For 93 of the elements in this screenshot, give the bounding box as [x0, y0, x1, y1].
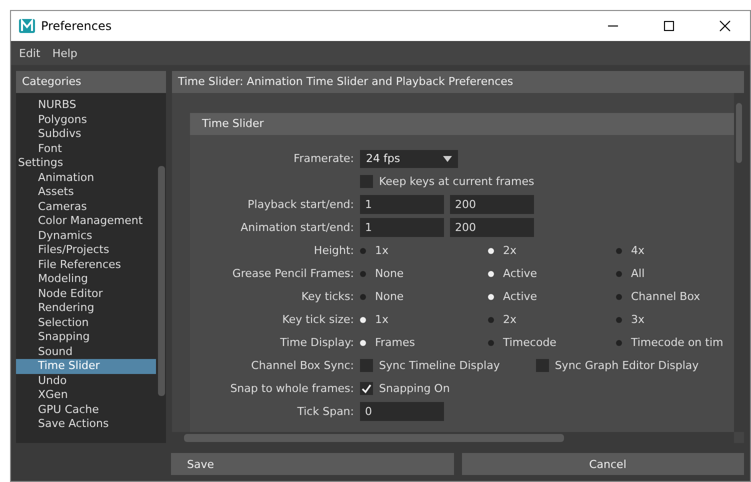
menu-item[interactable]: Help — [52, 46, 78, 60]
radio-button[interactable] — [488, 340, 494, 346]
number-field[interactable]: 200 — [450, 218, 534, 237]
radio-label: Frames — [375, 336, 416, 349]
radio-label: 4x — [631, 244, 645, 257]
radio-label: Channel Box — [631, 290, 700, 303]
number-field[interactable]: 1 — [360, 195, 444, 214]
category-item[interactable]: Files/Projects — [16, 243, 156, 258]
field-label: Framerate: — [294, 152, 354, 165]
radio-label: Timecode on tim — [631, 336, 724, 349]
category-item[interactable]: Animation — [16, 170, 156, 185]
field-label: Key tick size: — [282, 313, 354, 326]
save-button[interactable]: Save — [171, 453, 454, 475]
radio-label: 2x — [503, 313, 517, 326]
radio-label: 1x — [375, 244, 389, 257]
radio-label: None — [375, 267, 404, 280]
radio-button[interactable] — [616, 316, 622, 322]
checkbox-label: Keep keys at current frames — [379, 175, 534, 188]
category-item[interactable]: Snapping — [16, 330, 156, 344]
radio-label: 1x — [375, 313, 389, 326]
number-field[interactable]: 200 — [450, 195, 534, 214]
radio-button[interactable] — [360, 248, 366, 254]
field-label: Animation start/end: — [240, 221, 354, 234]
caret-icon — [443, 156, 452, 162]
maximize-icon[interactable] — [663, 20, 675, 32]
radio-button[interactable] — [616, 270, 622, 276]
checkbox-label: Sync Graph Editor Display — [554, 359, 699, 372]
field-label: Key ticks: — [301, 290, 354, 303]
scrollbar-thumb[interactable] — [158, 166, 164, 396]
field-label: Tick Span: — [297, 405, 354, 418]
category-item[interactable]: Polygons — [16, 112, 156, 127]
checkbox[interactable] — [536, 359, 549, 372]
checkbox[interactable] — [360, 175, 373, 188]
radio-label: Timecode — [503, 336, 556, 349]
category-item[interactable]: Cameras — [16, 200, 156, 214]
cancel-button[interactable]: Cancel — [462, 453, 744, 475]
radio-button[interactable] — [616, 248, 622, 254]
category-item[interactable]: Color Management — [16, 214, 156, 228]
radio-button[interactable] — [360, 270, 366, 276]
radio-button[interactable] — [488, 294, 494, 300]
category-item[interactable]: XGen — [16, 388, 156, 402]
radio-button[interactable] — [360, 294, 366, 300]
category-item[interactable]: Rendering — [16, 301, 156, 316]
field-label: Playback start/end: — [248, 198, 354, 211]
app-logo-icon — [19, 19, 35, 33]
radio-button[interactable] — [488, 248, 494, 254]
checkbox-label: Sync Timeline Display — [379, 359, 500, 372]
panel-title: Time Slider: Animation Time Slider and Playback Preferences — [172, 71, 744, 93]
radio-label: 3x — [631, 313, 645, 326]
scrollbar-thumb[interactable] — [184, 434, 564, 442]
field-label: Grease Pencil Frames: — [232, 267, 354, 280]
radio-button[interactable] — [360, 316, 366, 322]
category-item[interactable]: Undo — [16, 374, 156, 388]
radio-button[interactable] — [360, 340, 366, 346]
category-item[interactable]: NURBS — [16, 98, 156, 112]
scrollbar-thumb[interactable] — [736, 103, 742, 163]
window-title: Preferences — [41, 19, 112, 33]
category-item[interactable]: GPU Cache — [16, 402, 156, 417]
category-item[interactable]: Modeling — [16, 272, 156, 286]
category-item[interactable]: File References — [16, 258, 156, 272]
checkbox[interactable] — [360, 382, 373, 395]
radio-label: Active — [503, 290, 538, 303]
close-icon[interactable] — [719, 20, 731, 32]
category-item[interactable]: Settings — [16, 156, 156, 170]
checkbox[interactable] — [360, 359, 373, 372]
number-field[interactable]: 0 — [360, 402, 444, 421]
category-item[interactable]: Dynamics — [16, 228, 156, 243]
radio-label: All — [631, 267, 645, 280]
category-item[interactable]: Assets — [16, 185, 156, 200]
radio-button[interactable] — [488, 316, 494, 322]
framerate-dropdown[interactable]: 24 fps — [360, 150, 458, 168]
radio-label: None — [375, 290, 404, 303]
field-label: Snap to whole frames: — [230, 382, 354, 395]
category-item[interactable]: Sound — [16, 344, 156, 359]
radio-button[interactable] — [616, 294, 622, 300]
category-item[interactable]: Font — [16, 142, 156, 156]
menu-item[interactable]: Edit — [19, 46, 40, 60]
category-item[interactable]: Selection — [16, 316, 156, 330]
panel-header: Categories — [16, 71, 166, 93]
radio-button[interactable] — [616, 340, 622, 346]
radio-button[interactable] — [488, 270, 494, 276]
field-label: Channel Box Sync: — [251, 359, 354, 372]
checkbox-label: Snapping On — [379, 382, 450, 395]
section-header[interactable]: Time Slider — [190, 113, 734, 135]
category-item[interactable]: Time Slider — [16, 359, 156, 374]
category-item[interactable]: Subdivs — [16, 127, 156, 142]
number-field[interactable]: 1 — [360, 218, 444, 237]
radio-label: Active — [503, 267, 538, 280]
field-label: Height: — [314, 244, 354, 257]
category-item[interactable]: Node Editor — [16, 286, 156, 301]
radio-label: 2x — [503, 244, 517, 257]
field-label: Time Display: — [280, 336, 354, 349]
category-item[interactable]: Save Actions — [16, 417, 156, 432]
